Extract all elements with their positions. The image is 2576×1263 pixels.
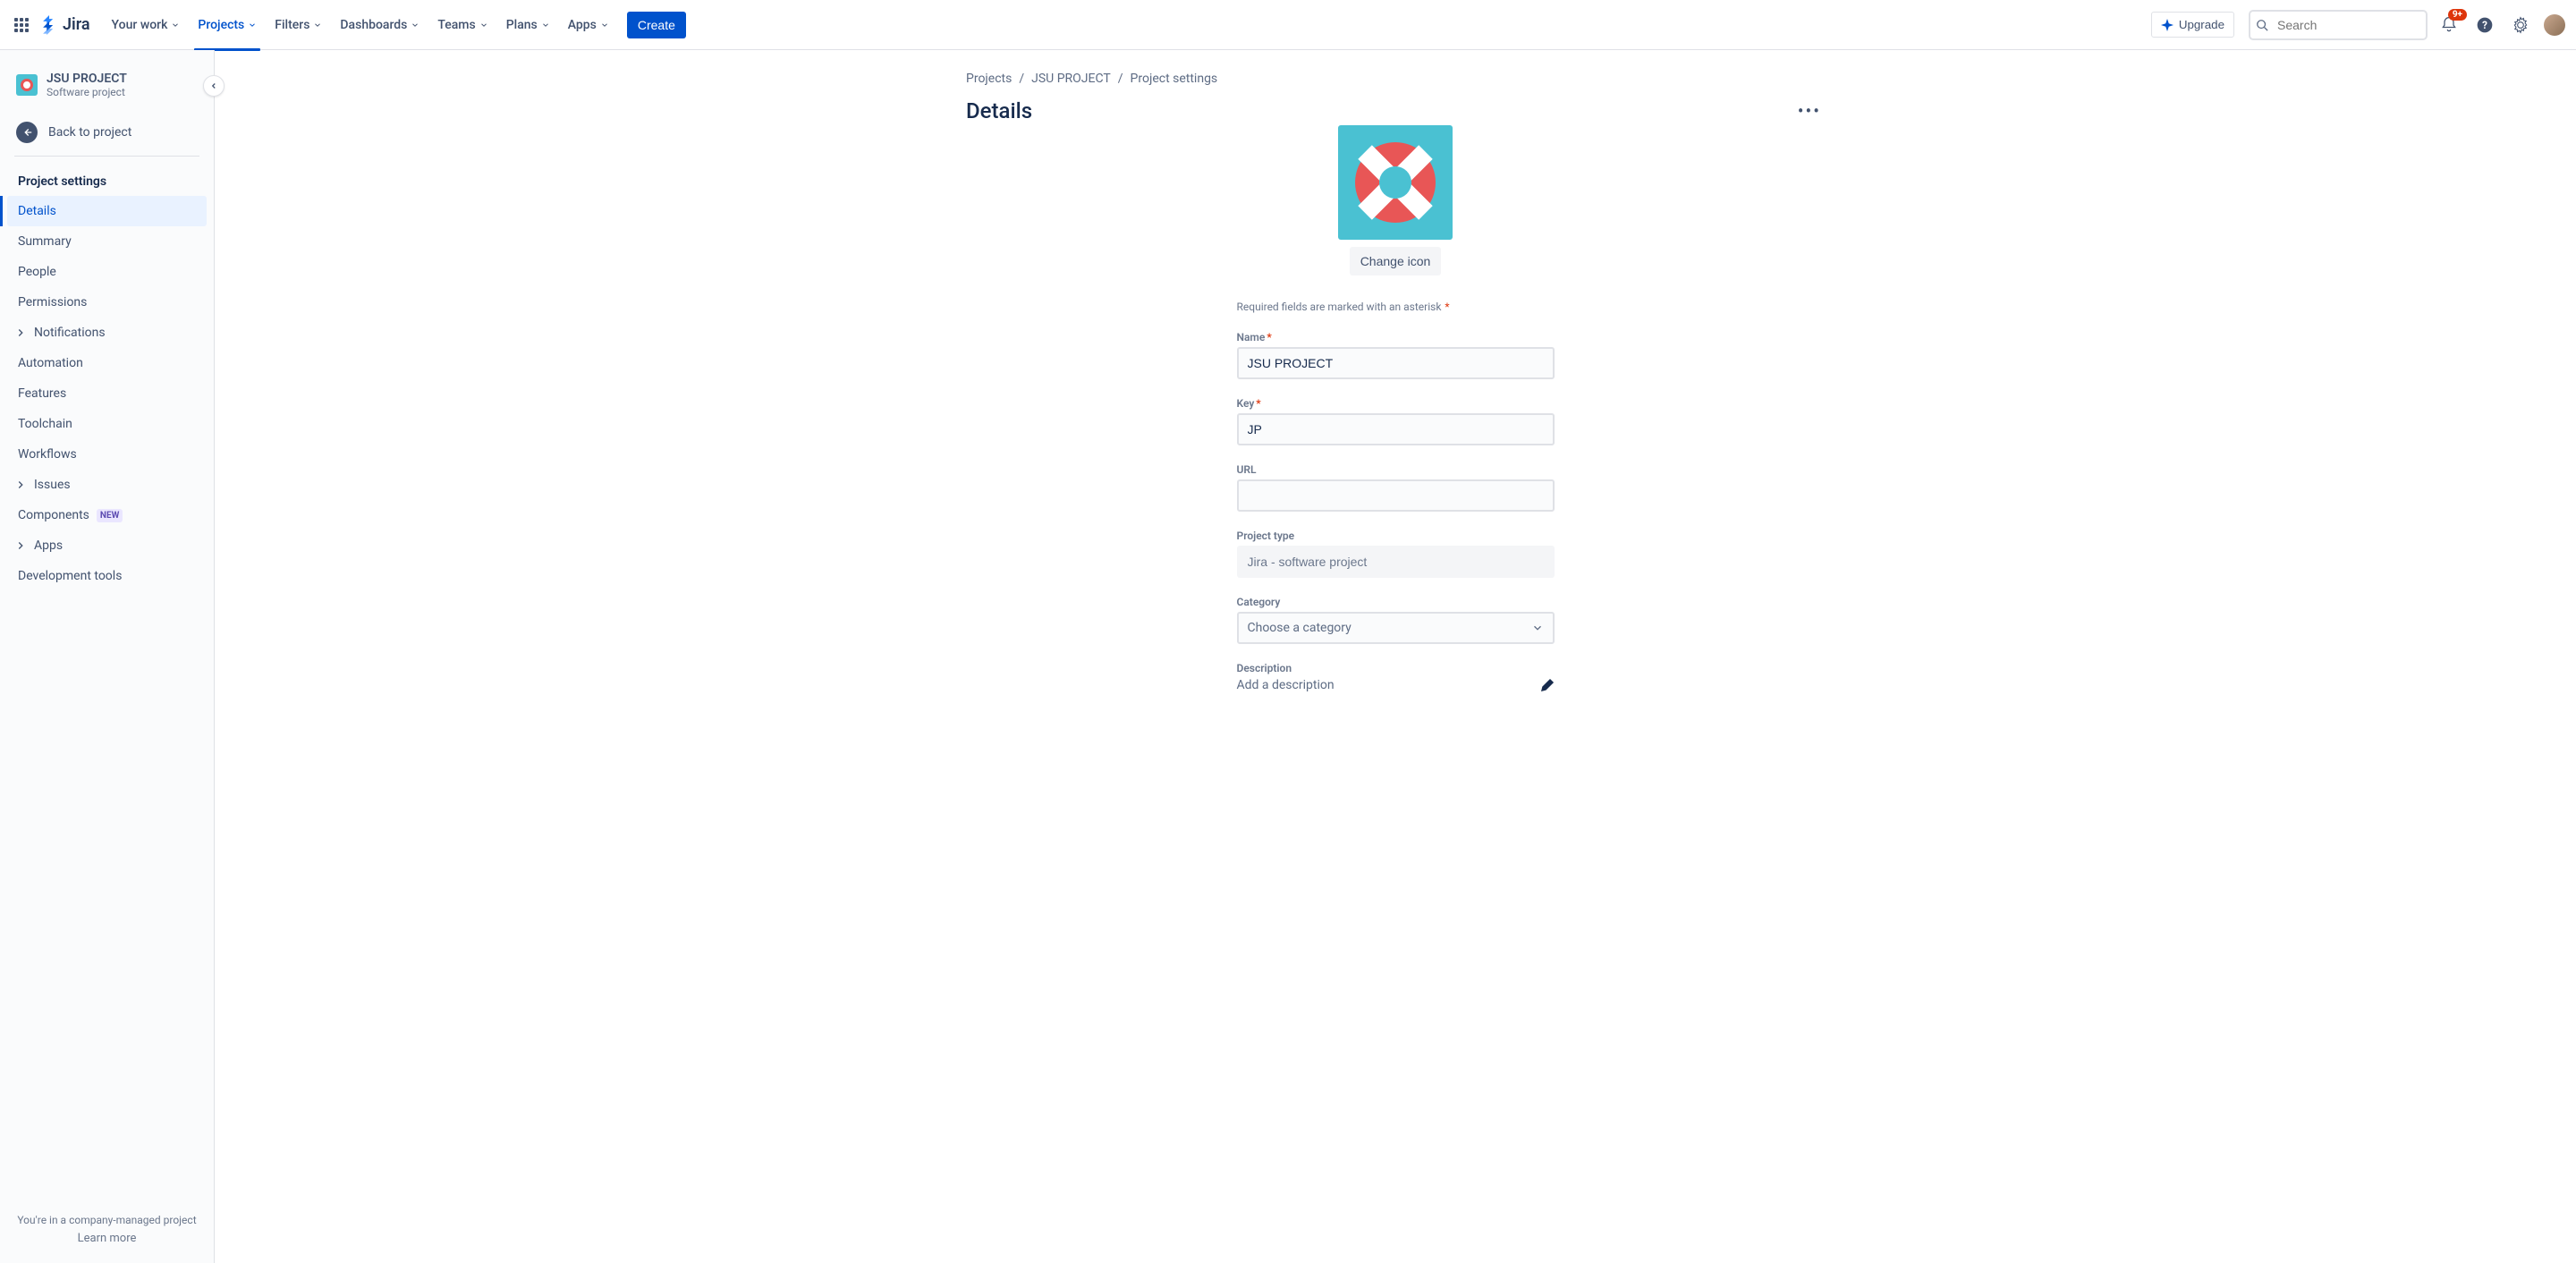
nav-teams[interactable]: Teams <box>430 11 495 39</box>
chevron-down-icon <box>479 21 488 30</box>
gear-icon <box>2512 16 2529 34</box>
jira-logo[interactable]: Jira <box>39 15 90 35</box>
help-button[interactable]: ? <box>2470 11 2499 39</box>
sidebar-item-toolchain[interactable]: Toolchain <box>7 409 207 439</box>
chevron-left-icon <box>209 81 218 90</box>
url-label: URL <box>1237 463 1555 476</box>
help-icon: ? <box>2476 16 2494 34</box>
sidebar-section-title: Project settings <box>7 167 207 196</box>
breadcrumb-settings[interactable]: Project settings <box>1131 72 1218 86</box>
settings-button[interactable] <box>2506 11 2535 39</box>
user-avatar[interactable] <box>2544 14 2565 36</box>
chevron-down-icon <box>171 21 180 30</box>
chevron-down-icon <box>1531 622 1544 634</box>
project-avatar <box>1338 125 1453 240</box>
nav-plans[interactable]: Plans <box>499 11 557 39</box>
nav-apps[interactable]: Apps <box>561 11 616 39</box>
category-label: Category <box>1237 596 1555 608</box>
breadcrumb-project[interactable]: JSU PROJECT <box>1031 72 1111 86</box>
sidebar-footer: You're in a company-managed project Lear… <box>7 1207 207 1252</box>
sparkle-icon <box>2161 19 2174 31</box>
chevron-down-icon <box>411 21 419 30</box>
search-box <box>2249 10 2428 40</box>
nav-filters[interactable]: Filters <box>267 11 329 39</box>
collapse-sidebar-button[interactable] <box>203 75 225 97</box>
sidebar-item-features[interactable]: Features <box>7 378 207 409</box>
breadcrumb: Projects / JSU PROJECT / Project setting… <box>966 72 1825 86</box>
breadcrumb-projects[interactable]: Projects <box>966 72 1012 86</box>
search-icon <box>2256 19 2268 31</box>
page-title: Details <box>966 98 1032 123</box>
sidebar-item-components[interactable]: ComponentsNEW <box>7 500 207 530</box>
chevron-right-icon <box>14 479 27 491</box>
sidebar-item-issues[interactable]: Issues <box>7 470 207 500</box>
project-type-input <box>1237 546 1555 578</box>
back-to-project-link[interactable]: Back to project <box>7 113 207 152</box>
chevron-right-icon <box>14 326 27 339</box>
svg-text:?: ? <box>2482 19 2487 31</box>
sidebar-item-apps[interactable]: Apps <box>7 530 207 561</box>
divider <box>14 156 199 157</box>
upgrade-button[interactable]: Upgrade <box>2151 12 2234 38</box>
project-header: JSU PROJECT Software project <box>7 72 207 113</box>
name-label: Name* <box>1237 331 1555 343</box>
jira-logo-text: Jira <box>63 15 90 34</box>
sidebar-item-automation[interactable]: Automation <box>7 348 207 378</box>
nav-projects[interactable]: Projects <box>191 11 264 39</box>
description-label: Description <box>1237 662 1555 674</box>
required-note: Required fields are marked with an aster… <box>1237 301 1555 313</box>
project-type-label: Project type <box>1237 530 1555 542</box>
pencil-icon <box>1540 678 1555 692</box>
sidebar-item-details[interactable]: Details <box>7 196 207 226</box>
sidebar-item-notifications[interactable]: Notifications <box>7 318 207 348</box>
sidebar-item-dev-tools[interactable]: Development tools <box>7 561 207 591</box>
create-button[interactable]: Create <box>627 12 686 38</box>
project-icon <box>16 74 38 96</box>
top-nav: Jira Your work Projects Filters Dashboar… <box>0 0 2576 50</box>
chevron-down-icon <box>600 21 609 30</box>
category-select[interactable]: Choose a category <box>1237 612 1555 644</box>
sidebar-item-summary[interactable]: Summary <box>7 226 207 257</box>
app-switcher-icon[interactable] <box>11 14 32 36</box>
sidebar-item-permissions[interactable]: Permissions <box>7 287 207 318</box>
name-input[interactable] <box>1237 347 1555 379</box>
nav-items: Your work Projects Filters Dashboards Te… <box>105 11 686 39</box>
chevron-down-icon <box>313 21 322 30</box>
sidebar-item-workflows[interactable]: Workflows <box>7 439 207 470</box>
jira-icon <box>39 15 59 35</box>
nav-your-work[interactable]: Your work <box>105 11 188 39</box>
description-field[interactable]: Add a description <box>1237 678 1555 692</box>
chevron-right-icon <box>14 539 27 552</box>
notification-badge: 9+ <box>2448 9 2467 21</box>
learn-more-link[interactable]: Learn more <box>14 1232 199 1245</box>
key-label: Key* <box>1237 397 1555 410</box>
sidebar-item-people[interactable]: People <box>7 257 207 287</box>
key-input[interactable] <box>1237 413 1555 445</box>
project-name: JSU PROJECT <box>47 72 127 86</box>
main-content: Projects / JSU PROJECT / Project setting… <box>215 50 2576 1263</box>
notifications-button[interactable]: 9+ <box>2435 11 2463 39</box>
chevron-down-icon <box>248 21 257 30</box>
change-icon-button[interactable]: Change icon <box>1350 247 1442 275</box>
chevron-down-icon <box>541 21 550 30</box>
lifesaver-icon <box>1355 142 1436 223</box>
url-input[interactable] <box>1237 479 1555 512</box>
nav-dashboards[interactable]: Dashboards <box>333 11 427 39</box>
new-badge: NEW <box>97 509 123 522</box>
project-type-label: Software project <box>47 86 127 98</box>
search-input[interactable] <box>2249 10 2428 40</box>
back-arrow-icon <box>16 122 38 143</box>
sidebar: JSU PROJECT Software project Back to pro… <box>0 50 215 1263</box>
more-actions-button[interactable]: ••• <box>1794 97 1825 125</box>
